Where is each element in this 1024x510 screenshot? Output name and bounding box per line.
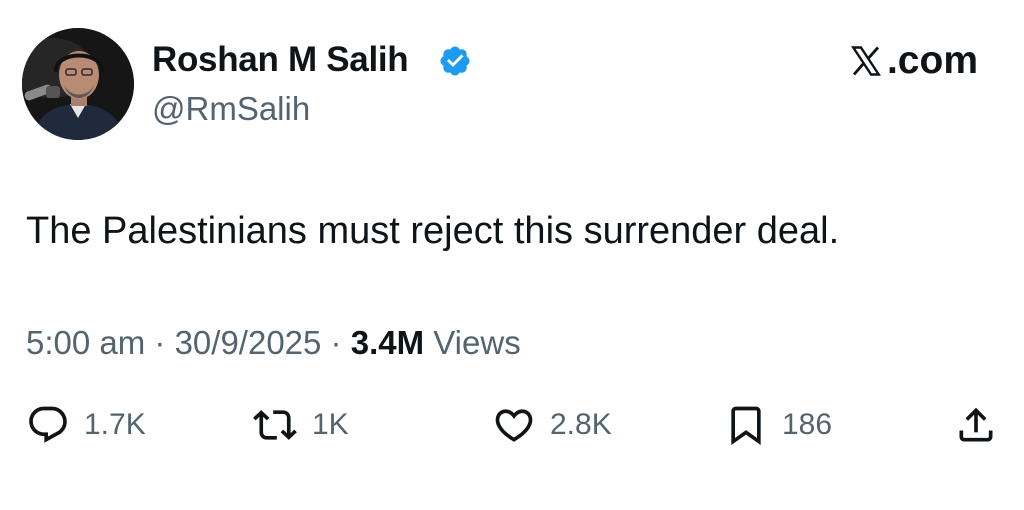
tweet-date[interactable]: 30/9/2025 <box>175 324 322 361</box>
reply-icon <box>29 406 67 443</box>
repost-count: 1K <box>312 408 349 441</box>
like-count: 2.8K <box>550 408 612 441</box>
repost-button[interactable]: 1K <box>252 400 349 450</box>
repost-icon <box>253 410 297 440</box>
reply-button[interactable]: 1.7K <box>26 400 146 450</box>
bookmark-count: 186 <box>782 408 833 441</box>
reply-count: 1.7K <box>84 408 146 441</box>
share-button[interactable] <box>954 400 998 450</box>
avatar[interactable] <box>22 28 134 140</box>
action-bar: 1.7K 1K 2.8K 186 <box>0 400 1024 450</box>
tweet-card: Roshan M Salih @RmSalih .com The Palesti… <box>0 0 1024 510</box>
tweet-meta: 5:00 am · 30/9/2025 · 3.4M Views <box>26 323 521 363</box>
meta-separator: · <box>145 324 175 361</box>
tweet-text: The Palestinians must reject this surren… <box>26 210 840 252</box>
verified-badge-icon <box>438 44 472 78</box>
site-logo-text: .com <box>886 39 978 82</box>
tweet-time[interactable]: 5:00 am <box>26 324 145 361</box>
meta-separator: · <box>321 324 351 361</box>
views-label: Views <box>424 324 521 361</box>
bookmark-button[interactable]: 186 <box>724 400 832 450</box>
author-name[interactable]: Roshan M Salih <box>152 40 409 80</box>
author-handle[interactable]: @RmSalih <box>152 90 310 128</box>
views-count: 3.4M <box>350 324 425 361</box>
bookmark-icon <box>731 406 761 446</box>
site-logo: .com <box>847 39 978 82</box>
x-logo-icon <box>850 46 881 76</box>
like-button[interactable]: 2.8K <box>492 400 612 450</box>
heart-icon <box>495 409 533 442</box>
share-icon <box>959 407 993 442</box>
